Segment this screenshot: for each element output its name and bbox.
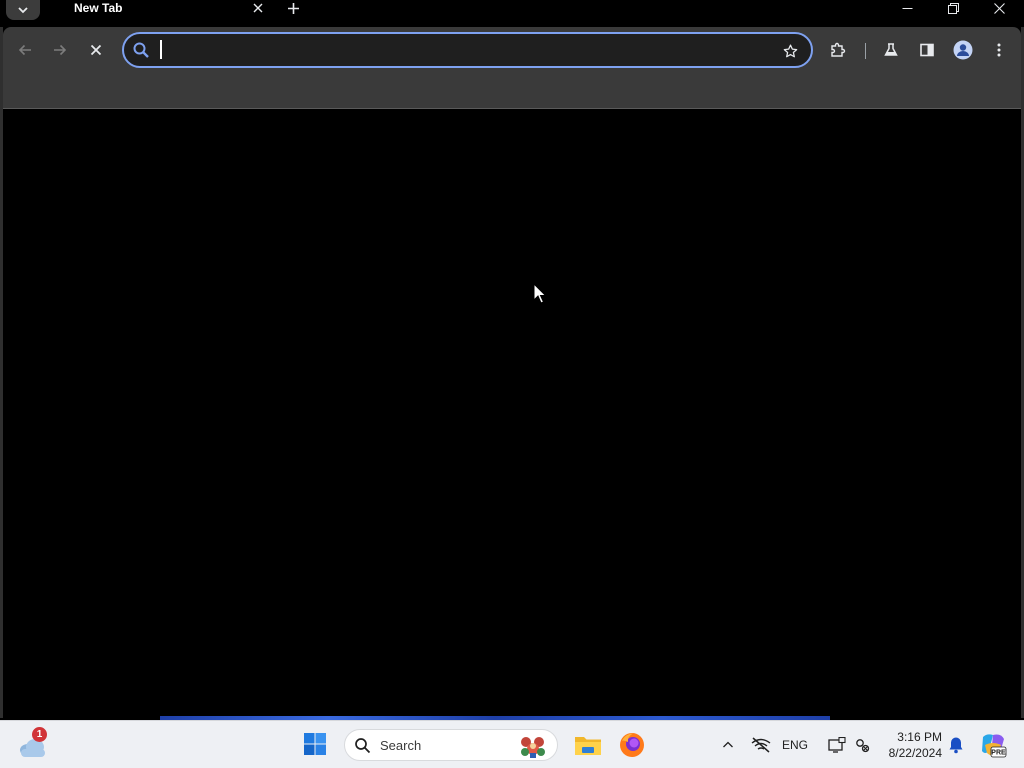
file-explorer-app[interactable] — [572, 729, 604, 761]
avatar-icon — [953, 40, 973, 60]
back-button[interactable] — [10, 35, 40, 65]
system-clock[interactable]: 3:16 PM 8/22/2024 — [880, 729, 942, 761]
arrow-right-icon — [54, 44, 67, 56]
search-label: Search — [380, 738, 422, 753]
tab-close-button[interactable] — [250, 0, 266, 16]
windows-logo-icon — [304, 733, 326, 755]
search-highlight-icon — [521, 737, 545, 758]
taskbar-search[interactable]: Search — [344, 729, 558, 761]
firefox-icon — [620, 733, 644, 757]
puzzle-icon — [831, 42, 846, 57]
notification-badge: 1 — [32, 727, 47, 742]
close-icon — [90, 44, 102, 56]
bell-icon — [949, 737, 963, 754]
search-icon — [355, 738, 371, 754]
input-language-indicator[interactable]: ENG — [782, 738, 808, 752]
profile-button[interactable] — [948, 35, 978, 65]
display-icon — [828, 737, 846, 753]
side-panel-icon — [920, 43, 934, 57]
show-hidden-icons-button[interactable] — [718, 735, 738, 755]
clock-date: 8/22/2024 — [888, 746, 942, 760]
new-tab-button[interactable] — [282, 0, 304, 16]
star-icon — [783, 43, 797, 57]
restore-icon — [947, 2, 959, 14]
tab-new-tab[interactable]: New Tab — [46, 0, 272, 27]
side-panel-button[interactable] — [912, 35, 942, 65]
clock-time: 3:16 PM — [897, 730, 942, 744]
folder-icon — [575, 737, 601, 755]
window-restore-button[interactable] — [930, 0, 976, 16]
tab-search-button[interactable] — [6, 0, 40, 20]
window-minimize-button[interactable] — [884, 0, 930, 16]
bookmark-button[interactable] — [779, 40, 801, 62]
close-icon — [993, 2, 1005, 14]
forward-button[interactable] — [45, 35, 75, 65]
sync-status-button[interactable] — [852, 734, 872, 756]
svg-text:PRE: PRE — [991, 750, 1006, 757]
plus-icon — [287, 2, 299, 14]
bookmarks-bar — [3, 74, 1021, 109]
extensions-button[interactable] — [823, 35, 853, 65]
notifications-button[interactable] — [946, 734, 966, 756]
mouse-pointer-icon — [533, 283, 547, 304]
menu-button[interactable] — [984, 35, 1014, 65]
start-button[interactable] — [300, 729, 330, 759]
desktop-screen: New Tab 1 Search ENG 3:16 PM 8/22/2024 P… — [0, 0, 1024, 768]
display-status-button[interactable] — [826, 734, 848, 756]
close-icon — [253, 3, 263, 13]
text-caret — [160, 40, 162, 59]
toolbar-divider — [865, 43, 866, 59]
firefox-app[interactable] — [616, 729, 648, 761]
copilot-button[interactable]: PRE — [978, 730, 1008, 760]
arrow-left-icon — [18, 44, 31, 56]
chevron-down-icon — [18, 7, 28, 14]
kebab-menu-icon — [997, 43, 1001, 57]
page-content[interactable] — [3, 110, 1021, 717]
window-close-button[interactable] — [976, 0, 1022, 16]
gear-icon — [856, 739, 870, 753]
taskbar: 1 Search ENG 3:16 PM 8/22/2024 PRE — [0, 720, 1024, 768]
address-bar[interactable] — [122, 32, 813, 68]
address-input[interactable] — [158, 39, 768, 61]
network-disconnected-icon — [751, 737, 771, 753]
flask-icon — [884, 43, 898, 56]
browser-toolbar — [3, 27, 1021, 74]
chevron-up-icon — [723, 741, 733, 748]
minimize-icon — [902, 7, 912, 9]
copilot-icon: PRE — [982, 734, 1007, 758]
search-icon — [133, 42, 149, 58]
network-status-button[interactable] — [750, 734, 772, 756]
tab-title: New Tab — [74, 1, 123, 15]
stop-loading-button[interactable] — [81, 35, 111, 65]
chrome-labs-button[interactable] — [876, 35, 906, 65]
tab-strip: New Tab — [0, 0, 1024, 27]
